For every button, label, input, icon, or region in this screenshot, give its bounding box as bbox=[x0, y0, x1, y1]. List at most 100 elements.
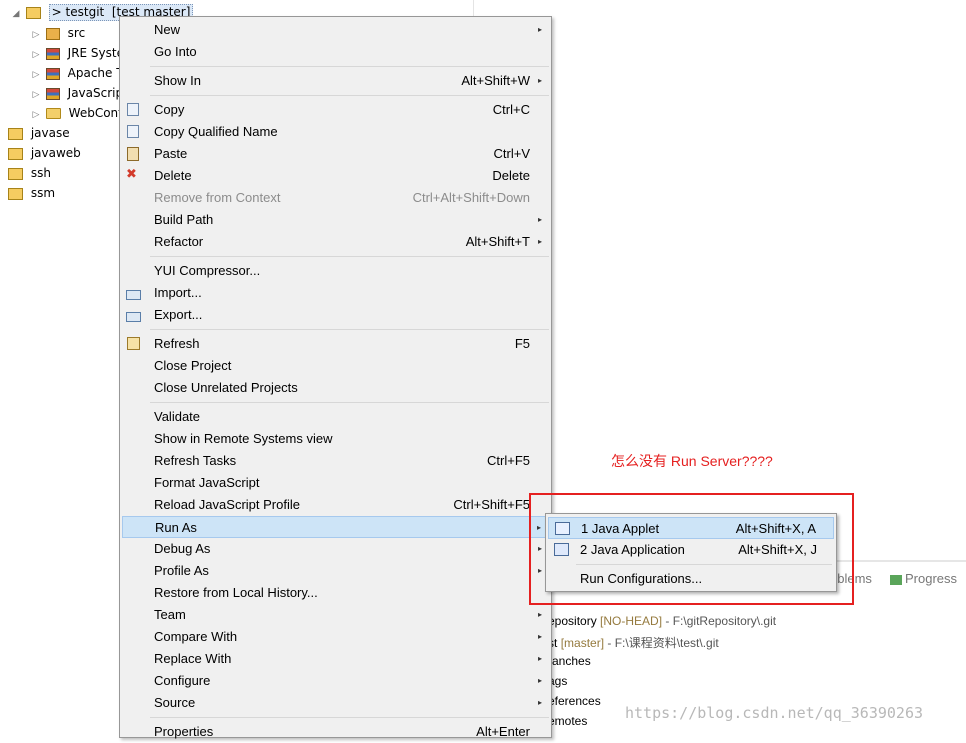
menu-item-reload-javascript-profile[interactable]: Reload JavaScript Profile Ctrl+Shift+F5 bbox=[120, 494, 551, 516]
package-folder-icon bbox=[45, 27, 60, 40]
expand-arrow-icon[interactable]: ▷ bbox=[30, 45, 42, 65]
tree-item-javascript[interactable]: ▷ JavaScrip bbox=[30, 83, 124, 105]
expand-arrow-icon[interactable]: ▷ bbox=[30, 25, 42, 45]
submenu-arrow-icon: ▸ bbox=[537, 632, 542, 641]
menu-item-source[interactable]: Source ▸ bbox=[120, 692, 551, 714]
tree-item-label: Apache T bbox=[67, 66, 124, 80]
git-node-remotes[interactable]: emotes bbox=[548, 714, 587, 728]
git-node-references[interactable]: eferences bbox=[548, 694, 601, 708]
tree-item-label: WebCont bbox=[68, 106, 123, 120]
refresh-icon bbox=[127, 337, 140, 350]
expand-arrow-icon[interactable]: ◢ bbox=[10, 4, 22, 24]
menu-separator bbox=[150, 717, 549, 718]
import-icon bbox=[126, 290, 141, 300]
menu-item-import[interactable]: Import... bbox=[120, 282, 551, 304]
menu-item-compare-with[interactable]: Compare With ▸ bbox=[120, 626, 551, 648]
git-repo-line[interactable]: epository [NO-HEAD] - F:\gitRepository\.… bbox=[548, 614, 776, 628]
menu-item-refresh-tasks[interactable]: Refresh Tasks Ctrl+F5 bbox=[120, 450, 551, 472]
menu-item-configure[interactable]: Configure ▸ bbox=[120, 670, 551, 692]
menu-separator bbox=[150, 256, 549, 257]
menu-item-close-unrelated-projects[interactable]: Close Unrelated Projects bbox=[120, 377, 551, 399]
submenu-arrow-icon: ▸ bbox=[537, 676, 542, 685]
menu-item-java-application[interactable]: 2 Java Application Alt+Shift+X, J bbox=[548, 539, 834, 561]
menu-item-show-in-remote-systems-view[interactable]: Show in Remote Systems view bbox=[120, 428, 551, 450]
watermark: https://blog.csdn.net/qq_36390263 bbox=[625, 704, 924, 722]
library-icon bbox=[45, 67, 60, 80]
library-icon bbox=[45, 87, 60, 100]
tree-item-jre[interactable]: ▷ JRE Syste bbox=[30, 43, 124, 63]
menu-item-validate[interactable]: Validate bbox=[120, 406, 551, 428]
menu-item-copy[interactable]: Copy Ctrl+C bbox=[120, 99, 551, 121]
annotation-text: 怎么没有 Run Server???? bbox=[611, 453, 773, 469]
menu-item-properties[interactable]: Properties Alt+Enter bbox=[120, 721, 551, 743]
menu-item-remove-from-context: Remove from Context Ctrl+Alt+Shift+Down bbox=[154, 190, 530, 205]
menu-item-refactor[interactable]: Refactor Alt+Shift+T ▸ bbox=[120, 231, 551, 253]
menu-item-profile-as[interactable]: Profile As ▸ bbox=[120, 560, 551, 582]
tree-item-label: javase bbox=[30, 126, 70, 140]
menu-item-restore-from-local-history[interactable]: Restore from Local History... bbox=[120, 582, 551, 604]
copy-qualified-icon bbox=[127, 125, 139, 138]
menu-item-team[interactable]: Team ▸ bbox=[120, 604, 551, 626]
menu-item-replace-with[interactable]: Replace With ▸ bbox=[120, 648, 551, 670]
tree-item-label: ssh bbox=[30, 166, 51, 180]
menu-item-go-into[interactable]: Go Into bbox=[120, 41, 551, 63]
expand-arrow-icon[interactable]: ▷ bbox=[30, 85, 42, 105]
tree-item-ssh[interactable]: ssh bbox=[8, 163, 51, 183]
expand-arrow-icon[interactable]: ▷ bbox=[30, 65, 42, 85]
submenu-arrow-icon: ▸ bbox=[537, 215, 542, 224]
java-applet-icon bbox=[555, 522, 570, 535]
progress-icon bbox=[890, 574, 902, 585]
menu-item-format-javascript[interactable]: Format JavaScript bbox=[120, 472, 551, 494]
export-icon bbox=[126, 312, 141, 322]
submenu-arrow-icon: ▸ bbox=[537, 25, 542, 34]
menu-item-copy-qualified-name[interactable]: Copy Qualified Name bbox=[120, 121, 551, 143]
expand-arrow-icon[interactable]: ▷ bbox=[30, 105, 42, 125]
menu-item-debug-as[interactable]: Debug As ▸ bbox=[120, 538, 551, 560]
run-as-submenu: 1 Java Applet Alt+Shift+X, A 2 Java Appl… bbox=[545, 513, 837, 592]
menu-item-export[interactable]: Export... bbox=[120, 304, 551, 326]
menu-item-new[interactable]: New ▸ bbox=[120, 19, 551, 41]
menu-item-delete[interactable]: ✖ Delete Delete bbox=[120, 165, 551, 187]
delete-icon: ✖ bbox=[126, 167, 137, 182]
menu-item-build-path[interactable]: Build Path ▸ bbox=[120, 209, 551, 231]
project-icon bbox=[25, 6, 41, 19]
tree-item-webcontent[interactable]: ▷ WebCont bbox=[30, 103, 123, 123]
submenu-arrow-icon: ▸ bbox=[537, 610, 542, 619]
menu-item-show-in[interactable]: Show In Alt+Shift+W ▸ bbox=[120, 70, 551, 92]
submenu-arrow-icon: ▸ bbox=[537, 76, 542, 85]
tree-item-label: JavaScrip bbox=[67, 86, 124, 100]
submenu-separator bbox=[576, 564, 832, 565]
menu-item-java-applet[interactable]: 1 Java Applet Alt+Shift+X, A bbox=[548, 517, 834, 539]
closed-project-icon bbox=[8, 127, 23, 140]
menu-item-run-as[interactable]: Run As ▸ bbox=[122, 516, 549, 538]
menu-separator bbox=[150, 402, 549, 403]
menu-item-yui-compressor[interactable]: YUI Compressor... bbox=[120, 260, 551, 282]
tree-item-apache[interactable]: ▷ Apache T bbox=[30, 63, 124, 83]
menu-item-close-project[interactable]: Close Project bbox=[120, 355, 551, 377]
tree-item-label: JRE Syste bbox=[67, 46, 124, 60]
git-repo-line[interactable]: st [master] - F:\课程资料\test\.git bbox=[548, 634, 719, 651]
folder-icon bbox=[45, 108, 61, 119]
tree-item-javase[interactable]: javase bbox=[8, 123, 70, 143]
submenu-arrow-icon: ▸ bbox=[537, 237, 542, 246]
paste-icon bbox=[127, 147, 139, 161]
tree-item-label: javaweb bbox=[30, 146, 81, 160]
submenu-arrow-icon: ▸ bbox=[537, 698, 542, 707]
menu-separator bbox=[150, 95, 549, 96]
tree-item-ssm[interactable]: ssm bbox=[8, 183, 55, 203]
menu-item-paste[interactable]: Paste Ctrl+V bbox=[120, 143, 551, 165]
tree-item-label: ssm bbox=[30, 186, 56, 200]
menu-separator bbox=[150, 329, 549, 330]
copy-icon bbox=[127, 103, 139, 116]
tree-item-label: src bbox=[67, 26, 86, 40]
tree-item-javaweb[interactable]: javaweb bbox=[8, 143, 81, 163]
menu-item-run-configurations[interactable]: Run Configurations... bbox=[548, 568, 834, 590]
library-icon bbox=[45, 47, 60, 60]
submenu-arrow-icon: ▸ bbox=[537, 654, 542, 663]
tree-item-src[interactable]: ▷ src bbox=[30, 23, 86, 45]
tab-progress[interactable]: Progress bbox=[890, 571, 957, 586]
context-menu: New ▸ Go Into Show In Alt+Shift+W ▸ Copy Ctrl+C… bbox=[119, 16, 552, 739]
menu-item-refresh[interactable]: Refresh F5 bbox=[120, 333, 551, 355]
git-node-branches[interactable]: ranches bbox=[548, 654, 591, 668]
closed-project-icon bbox=[8, 147, 23, 160]
